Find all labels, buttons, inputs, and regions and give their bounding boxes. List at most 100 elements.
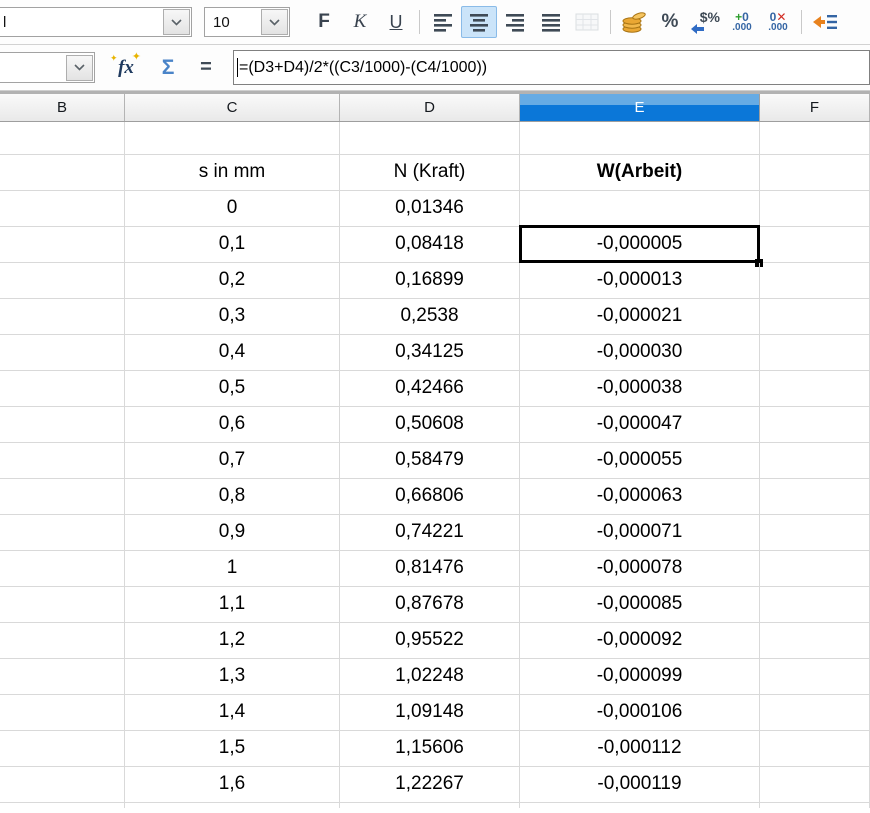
sum-button[interactable]: Σ bbox=[151, 56, 185, 80]
cell-B15[interactable] bbox=[0, 623, 125, 658]
column-header-E[interactable]: E bbox=[520, 94, 760, 121]
cell-D9[interactable]: 0,50608 bbox=[340, 407, 520, 442]
cell-F17[interactable] bbox=[760, 695, 870, 730]
cell-E18[interactable]: -0,000112 bbox=[520, 731, 760, 766]
cell-E15[interactable]: -0,000092 bbox=[520, 623, 760, 658]
cell-D2[interactable]: N (Kraft) bbox=[340, 155, 520, 190]
cell-D19[interactable]: 1,22267 bbox=[340, 767, 520, 802]
cell-F6[interactable] bbox=[760, 299, 870, 334]
cell-D6[interactable]: 0,2538 bbox=[340, 299, 520, 334]
font-size-dropdown-button[interactable] bbox=[261, 9, 288, 35]
cell-F3[interactable] bbox=[760, 191, 870, 226]
cell-F10[interactable] bbox=[760, 443, 870, 478]
cell-B12[interactable] bbox=[0, 515, 125, 550]
cell-F20[interactable] bbox=[760, 803, 870, 808]
column-header-C[interactable]: C bbox=[125, 94, 340, 121]
cell-E4[interactable]: -0,000005 bbox=[520, 227, 760, 262]
cell-F9[interactable] bbox=[760, 407, 870, 442]
currency-format-button[interactable] bbox=[616, 6, 652, 38]
cell-C7[interactable]: 0,4 bbox=[125, 335, 340, 370]
cell-E20[interactable] bbox=[520, 803, 760, 808]
cell-B19[interactable] bbox=[0, 767, 125, 802]
standard-format-button[interactable]: $% bbox=[688, 6, 724, 38]
align-center-button[interactable] bbox=[461, 6, 497, 38]
cell-C11[interactable]: 0,8 bbox=[125, 479, 340, 514]
cell-C10[interactable]: 0,7 bbox=[125, 443, 340, 478]
cell-D11[interactable]: 0,66806 bbox=[340, 479, 520, 514]
column-header-D[interactable]: D bbox=[340, 94, 520, 121]
cell-D5[interactable]: 0,16899 bbox=[340, 263, 520, 298]
cell-F14[interactable] bbox=[760, 587, 870, 622]
cell-E6[interactable]: -0,000021 bbox=[520, 299, 760, 334]
cell-D7[interactable]: 0,34125 bbox=[340, 335, 520, 370]
font-name-combobox[interactable]: l bbox=[0, 7, 192, 37]
cell-D4[interactable]: 0,08418 bbox=[340, 227, 520, 262]
cell-C2[interactable]: s in mm bbox=[125, 155, 340, 190]
cell-B7[interactable] bbox=[0, 335, 125, 370]
cell-B9[interactable] bbox=[0, 407, 125, 442]
cell-C1[interactable] bbox=[125, 122, 340, 154]
cell-B14[interactable] bbox=[0, 587, 125, 622]
cell-E2[interactable]: W(Arbeit) bbox=[520, 155, 760, 190]
cell-B18[interactable] bbox=[0, 731, 125, 766]
cell-C6[interactable]: 0,3 bbox=[125, 299, 340, 334]
cell-E3[interactable] bbox=[520, 191, 760, 226]
cell-F8[interactable] bbox=[760, 371, 870, 406]
cell-D18[interactable]: 1,15606 bbox=[340, 731, 520, 766]
justify-button[interactable] bbox=[533, 6, 569, 38]
cell-B11[interactable] bbox=[0, 479, 125, 514]
font-name-dropdown-button[interactable] bbox=[163, 9, 190, 35]
merge-cells-button[interactable] bbox=[569, 6, 605, 38]
cell-F1[interactable] bbox=[760, 122, 870, 154]
align-left-button[interactable] bbox=[425, 6, 461, 38]
cell-B13[interactable] bbox=[0, 551, 125, 586]
cell-E7[interactable]: -0,000030 bbox=[520, 335, 760, 370]
cell-B4[interactable] bbox=[0, 227, 125, 262]
cell-F7[interactable] bbox=[760, 335, 870, 370]
cell-C14[interactable]: 1,1 bbox=[125, 587, 340, 622]
cell-D8[interactable]: 0,42466 bbox=[340, 371, 520, 406]
function-wizard-button[interactable]: ✦ ✦ fx bbox=[109, 53, 143, 83]
cell-F2[interactable] bbox=[760, 155, 870, 190]
cell-D17[interactable]: 1,09148 bbox=[340, 695, 520, 730]
bold-button[interactable]: F bbox=[306, 6, 342, 38]
cell-F12[interactable] bbox=[760, 515, 870, 550]
formula-input[interactable]: =(D3+D4)/2*((C3/1000)-(C4/1000)) bbox=[233, 50, 870, 85]
font-size-combobox[interactable]: 10 bbox=[204, 7, 290, 37]
cell-B1[interactable] bbox=[0, 122, 125, 154]
cell-E10[interactable]: -0,000055 bbox=[520, 443, 760, 478]
cell-E12[interactable]: -0,000071 bbox=[520, 515, 760, 550]
cell-D16[interactable]: 1,02248 bbox=[340, 659, 520, 694]
cell-C12[interactable]: 0,9 bbox=[125, 515, 340, 550]
cell-D13[interactable]: 0,81476 bbox=[340, 551, 520, 586]
percent-format-button[interactable]: % bbox=[652, 6, 688, 38]
column-header-F[interactable]: F bbox=[760, 94, 870, 121]
cell-D20[interactable] bbox=[340, 803, 520, 808]
cell-C13[interactable]: 1 bbox=[125, 551, 340, 586]
cell-E14[interactable]: -0,000085 bbox=[520, 587, 760, 622]
cell-C19[interactable]: 1,6 bbox=[125, 767, 340, 802]
cell-D3[interactable]: 0,01346 bbox=[340, 191, 520, 226]
cell-B3[interactable] bbox=[0, 191, 125, 226]
cell-B17[interactable] bbox=[0, 695, 125, 730]
cell-B6[interactable] bbox=[0, 299, 125, 334]
column-header-B[interactable]: B bbox=[0, 94, 125, 121]
cell-F18[interactable] bbox=[760, 731, 870, 766]
align-right-button[interactable] bbox=[497, 6, 533, 38]
cell-F15[interactable] bbox=[760, 623, 870, 658]
function-button[interactable]: = bbox=[191, 56, 221, 79]
cell-E9[interactable]: -0,000047 bbox=[520, 407, 760, 442]
cell-E5[interactable]: -0,000013 bbox=[520, 263, 760, 298]
add-decimal-button[interactable]: +0 .000 bbox=[724, 6, 760, 38]
cell-B2[interactable] bbox=[0, 155, 125, 190]
cell-B16[interactable] bbox=[0, 659, 125, 694]
cell-E11[interactable]: -0,000063 bbox=[520, 479, 760, 514]
cell-E16[interactable]: -0,000099 bbox=[520, 659, 760, 694]
cell-B10[interactable] bbox=[0, 443, 125, 478]
cell-C16[interactable]: 1,3 bbox=[125, 659, 340, 694]
cell-B5[interactable] bbox=[0, 263, 125, 298]
cell-B20[interactable] bbox=[0, 803, 125, 808]
cell-C9[interactable]: 0,6 bbox=[125, 407, 340, 442]
cell-F19[interactable] bbox=[760, 767, 870, 802]
cell-D14[interactable]: 0,87678 bbox=[340, 587, 520, 622]
